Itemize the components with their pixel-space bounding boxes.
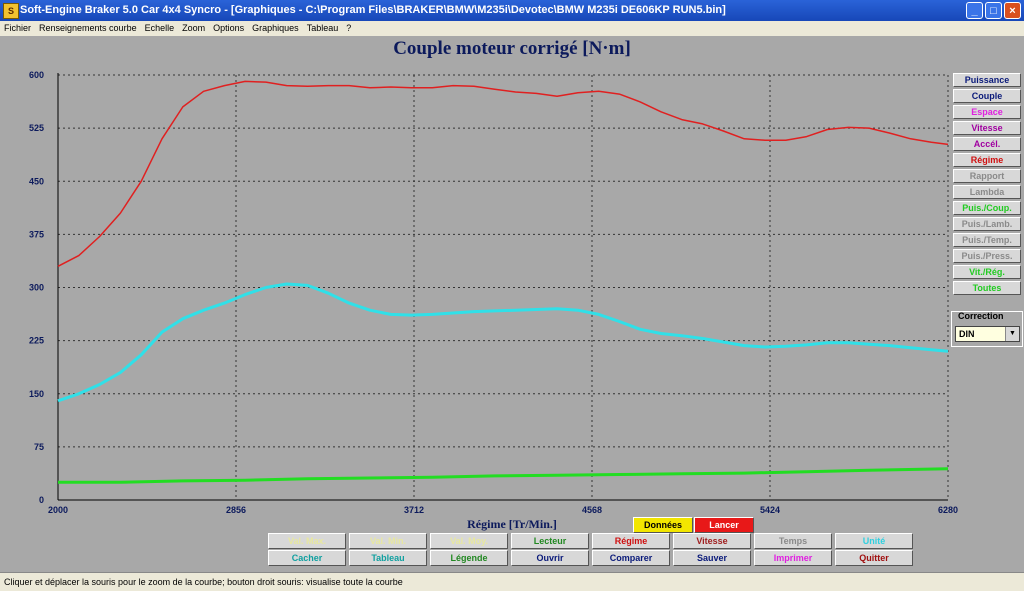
acceleration-button[interactable]: Accél.: [953, 137, 1021, 151]
lancer-button[interactable]: Lancer: [694, 517, 754, 533]
x-axis-label: Régime [Tr/Min.]: [467, 517, 557, 531]
correction-select[interactable]: DIN ▼: [955, 326, 1020, 342]
series-line-0: [57, 80, 949, 267]
comparer-button[interactable]: Comparer: [592, 550, 670, 566]
val-max-button[interactable]: Val. Max.: [268, 533, 346, 549]
unite-button[interactable]: Unité: [835, 533, 913, 549]
ouvrir-button[interactable]: Ouvrir: [511, 550, 589, 566]
y-tick-label: 75: [34, 442, 44, 452]
vitesse-bottom-button[interactable]: Vitesse: [673, 533, 751, 549]
sauver-button[interactable]: Sauver: [673, 550, 751, 566]
y-tick-label: 450: [29, 176, 44, 186]
x-tick-label: 3712: [404, 505, 424, 515]
series-line-2: [58, 467, 949, 484]
legende-button[interactable]: Légende: [430, 550, 508, 566]
puis-temp-button[interactable]: Puis./Temp.: [953, 233, 1021, 247]
torque-chart[interactable]: 600 525 450 375 300 225 150 75 0 2000 2856 3712 456…: [0, 0, 1024, 591]
y-tick-label: 150: [29, 389, 44, 399]
chart-series: [57, 80, 949, 484]
tableau-button[interactable]: Tableau: [349, 550, 427, 566]
espace-button[interactable]: Espace: [953, 105, 1021, 119]
chart-axes: [57, 73, 948, 501]
chevron-down-icon[interactable]: ▼: [1005, 327, 1019, 341]
x-tick-label: 4568: [582, 505, 602, 515]
y-tick-label: 600: [29, 70, 44, 80]
series-line-1: [57, 282, 949, 403]
status-bar: Cliquer et déplacer la souris pour le zo…: [0, 572, 1024, 591]
y-tick-labels: 600 525 450 375 300 225 150 75 0: [29, 70, 44, 505]
lecteur-button[interactable]: Lecteur: [511, 533, 589, 549]
correction-label: Correction: [958, 311, 1004, 321]
y-tick-label: 0: [39, 495, 44, 505]
rapport-button[interactable]: Rapport: [953, 169, 1021, 183]
x-tick-label: 2856: [226, 505, 246, 515]
x-tick-label: 5424: [760, 505, 780, 515]
y-tick-label: 525: [29, 123, 44, 133]
donnees-button[interactable]: Données: [633, 517, 693, 533]
cacher-button[interactable]: Cacher: [268, 550, 346, 566]
temps-button[interactable]: Temps: [754, 533, 832, 549]
puis-press-button[interactable]: Puis./Press.: [953, 249, 1021, 263]
quitter-button[interactable]: Quitter: [835, 550, 913, 566]
regime-button[interactable]: Régime: [953, 153, 1021, 167]
x-tick-label: 2000: [48, 505, 68, 515]
x-tick-labels: 2000 2856 3712 4568 5424 6280: [48, 505, 958, 515]
vitesse-button[interactable]: Vitesse: [953, 121, 1021, 135]
puis-coup-button[interactable]: Puis./Coup.: [953, 201, 1021, 215]
val-moy-button[interactable]: Val. Moy.: [430, 533, 508, 549]
vit-reg-button[interactable]: Vit./Rég.: [953, 265, 1021, 279]
correction-value: DIN: [959, 329, 975, 339]
puis-lamb-button[interactable]: Puis./Lamb.: [953, 217, 1021, 231]
y-tick-label: 300: [29, 283, 44, 293]
chart-grid: [57, 74, 949, 501]
toutes-button[interactable]: Toutes: [953, 281, 1021, 295]
imprimer-button[interactable]: Imprimer: [754, 550, 832, 566]
y-tick-label: 375: [29, 229, 44, 239]
y-tick-label: 225: [29, 336, 44, 346]
lambda-button[interactable]: Lambda: [953, 185, 1021, 199]
puissance-button[interactable]: Puissance: [953, 73, 1021, 87]
couple-button[interactable]: Couple: [953, 89, 1021, 103]
x-tick-label: 6280: [938, 505, 958, 515]
regime-bottom-button[interactable]: Régime: [592, 533, 670, 549]
val-min-button[interactable]: Val. Min.: [349, 533, 427, 549]
